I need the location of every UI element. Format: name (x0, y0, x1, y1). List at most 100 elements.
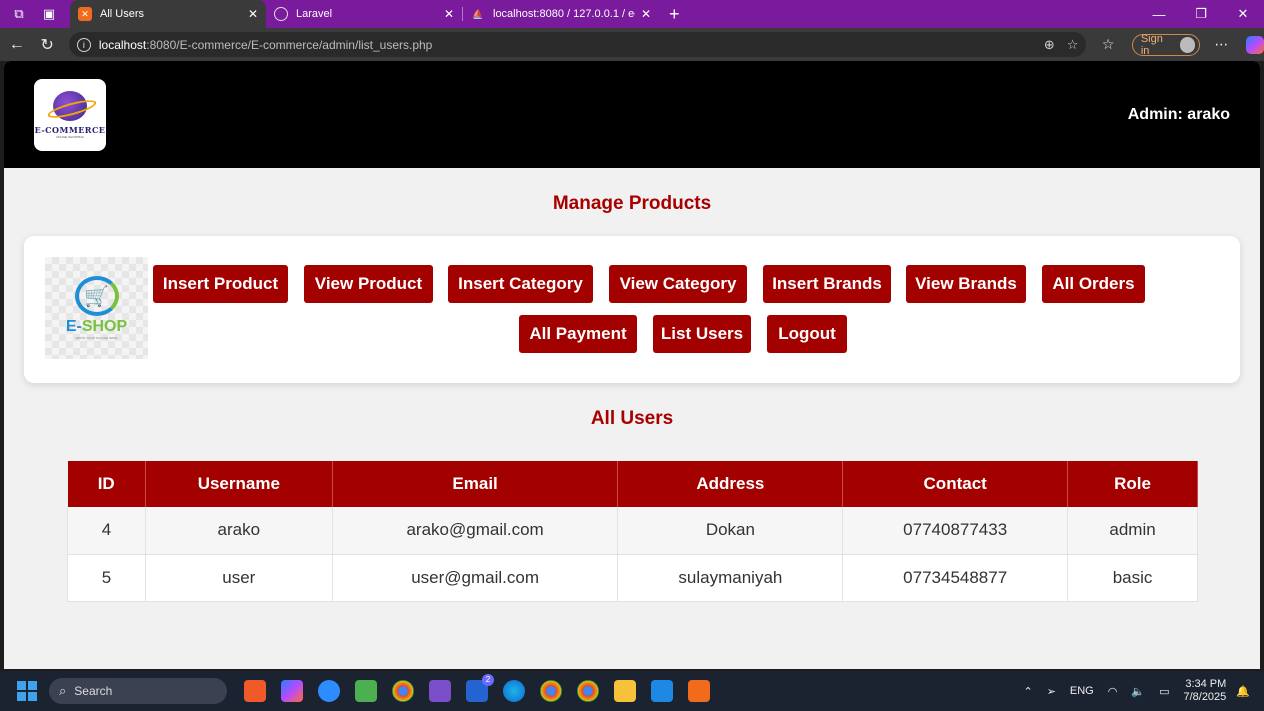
logo-globe-icon (53, 90, 87, 121)
zoom-icon[interactable]: ⊕ (1044, 37, 1055, 53)
restore-icon[interactable]: ❐ (1180, 0, 1222, 28)
address-bar[interactable]: i localhost:8080/E-commerce/E-commerce/a… (68, 32, 1087, 57)
close-tab-icon[interactable]: ✕ (641, 7, 651, 21)
zoom-app-icon[interactable] (318, 680, 340, 702)
sign-in-label: Sign in (1140, 32, 1163, 57)
insert-product-button[interactable]: Insert Product (153, 265, 288, 303)
cell-email: arako@gmail.com (332, 507, 619, 555)
app-launcher-icon[interactable] (244, 680, 266, 702)
logout-button[interactable]: Logout (767, 315, 847, 353)
lens-app-icon[interactable]: 2 (466, 674, 494, 702)
chrome-dev-icon[interactable] (540, 680, 562, 702)
volume-muted-icon[interactable]: 🔈 (1131, 685, 1145, 698)
all-payment-button[interactable]: All Payment (519, 315, 637, 353)
table-header-row: ID Username Email Address Contact Role (67, 461, 1198, 507)
wifi-icon[interactable]: ◠ (1108, 685, 1118, 698)
site-info-icon[interactable]: i (76, 37, 91, 52)
site-header: E-COMMERCE ONLINE SHOPPING Admin: arako (4, 61, 1260, 168)
visual-studio-icon[interactable] (429, 680, 451, 702)
copilot-icon[interactable] (1246, 35, 1264, 54)
copilot-app-icon[interactable] (281, 680, 303, 702)
clock-time: 3:34 PM (1185, 678, 1227, 690)
chrome-icon[interactable] (392, 680, 414, 702)
new-tab-icon[interactable]: + (669, 4, 680, 25)
admin-label: Admin: arako (1127, 105, 1230, 123)
taskbar-apps: 2 (235, 674, 716, 702)
tab-title: All Users (100, 8, 145, 20)
all-orders-button[interactable]: All Orders (1042, 265, 1145, 303)
battery-icon[interactable]: ▭ (1159, 685, 1169, 698)
column-header-username: Username (145, 461, 333, 507)
eshop-brand: E-SHOP (66, 318, 127, 336)
window-controls: — ❐ ✕ (1138, 0, 1264, 28)
sign-in-button[interactable]: Sign in (1131, 32, 1201, 57)
cell-address: sulaymaniyah (617, 554, 844, 602)
eshop-logo: 🛒 E-SHOP WRITE YOUR TAGLINE HERE (45, 257, 148, 359)
favorites-icon[interactable]: ☆ (1094, 31, 1121, 59)
more-options-icon[interactable]: ⋯ (1214, 36, 1228, 53)
snipping-tool-icon[interactable] (355, 680, 377, 702)
cell-address: Dokan (617, 507, 844, 555)
tab-title: localhost:8080 / 127.0.0.1 / ecom (493, 8, 635, 20)
shopping-cart-icon: 🛒 (74, 276, 119, 316)
eshop-tagline: WRITE YOUR TAGLINE HERE (75, 336, 118, 340)
cell-contact: 07740877433 (842, 507, 1069, 555)
users-table: ID Username Email Address Contact Role 4… (67, 461, 1198, 602)
url-path: :8080/E-commerce/E-commerce/admin/list_u… (146, 37, 433, 52)
view-brands-button[interactable]: View Brands (906, 265, 1026, 303)
cell-role: admin (1067, 507, 1198, 555)
chevron-up-icon[interactable]: ⌃ (1023, 685, 1032, 698)
url-host: localhost (98, 37, 147, 52)
file-explorer-icon[interactable] (614, 680, 636, 702)
clock-date: 7/8/2025 (1183, 691, 1227, 703)
all-users-title: All Users (590, 408, 674, 429)
workspaces-icon[interactable]: ⧉ (8, 3, 30, 25)
back-icon[interactable]: ← (3, 31, 30, 59)
vscode-icon[interactable] (651, 680, 673, 702)
windows-start-icon[interactable] (17, 681, 37, 701)
search-icon: ⌕ (59, 683, 67, 698)
notifications-icon[interactable]: 🔔 (1236, 685, 1250, 698)
xampp-icon[interactable] (688, 680, 710, 702)
location-icon[interactable]: ➢ (1047, 685, 1056, 698)
close-window-icon[interactable]: ✕ (1222, 0, 1264, 28)
refresh-icon[interactable]: ↻ (33, 31, 60, 59)
cell-role: basic (1067, 554, 1198, 602)
url-text[interactable]: localhost:8080/E-commerce/E-commerce/adm… (99, 38, 1032, 52)
list-users-button[interactable]: List Users (653, 315, 751, 353)
tab-all-users[interactable]: ✕ All Users ✕ (70, 0, 266, 28)
insert-brands-button[interactable]: Insert Brands (763, 265, 891, 303)
tab-laravel[interactable]: Laravel ✕ (266, 0, 462, 28)
close-tab-icon[interactable]: ✕ (444, 7, 454, 21)
taskbar-search-box[interactable]: ⌕ Search (49, 678, 227, 704)
column-header-role: Role (1067, 461, 1198, 507)
logo-text: E-COMMERCE (34, 124, 106, 135)
chrome-profile-icon[interactable] (577, 680, 599, 702)
view-category-button[interactable]: View Category (609, 265, 747, 303)
tab-phpmyadmin[interactable]: ⛵ localhost:8080 / 127.0.0.1 / ecom ✕ (463, 0, 659, 28)
column-header-email: Email (332, 461, 619, 507)
cell-username: arako (145, 507, 333, 555)
ecommerce-logo[interactable]: E-COMMERCE ONLINE SHOPPING (34, 78, 106, 151)
globe-favicon-icon (274, 7, 288, 21)
system-tray: ⌃ ➢ ENG ◠ 🔈 ▭ 3:34 PM 7/8/2025 🔔 (1023, 671, 1264, 711)
close-tab-icon[interactable]: ✕ (248, 7, 258, 21)
edge-icon[interactable] (503, 680, 525, 702)
cell-email: user@gmail.com (332, 554, 619, 602)
profile-avatar-icon (1179, 36, 1196, 53)
table-row: 4 arako arako@gmail.com Dokan 0774087743… (67, 507, 1198, 555)
eshop-brand-prefix: E- (65, 318, 82, 335)
windows-taskbar: ⌕ Search 2 ⌃ ➢ ENG ◠ 🔈 ▭ 3:34 PM 7/8/202… (0, 671, 1264, 711)
clock[interactable]: 3:34 PM 7/8/2025 (1183, 678, 1226, 704)
favorite-star-icon[interactable]: ☆ (1067, 37, 1079, 53)
table-row: 5 user user@gmail.com sulaymaniyah 07734… (67, 554, 1198, 602)
xampp-favicon-icon: ✕ (78, 7, 92, 21)
insert-category-button[interactable]: Insert Category (448, 265, 593, 303)
tab-title: Laravel (296, 8, 333, 20)
tab-actions-icon[interactable]: ▣ (38, 3, 60, 25)
language-indicator[interactable]: ENG (1070, 685, 1094, 697)
minimize-icon[interactable]: — (1138, 0, 1180, 28)
view-product-button[interactable]: View Product (304, 265, 433, 303)
column-header-contact: Contact (842, 461, 1069, 507)
page-viewport: E-COMMERCE ONLINE SHOPPING Admin: arako … (4, 61, 1260, 669)
